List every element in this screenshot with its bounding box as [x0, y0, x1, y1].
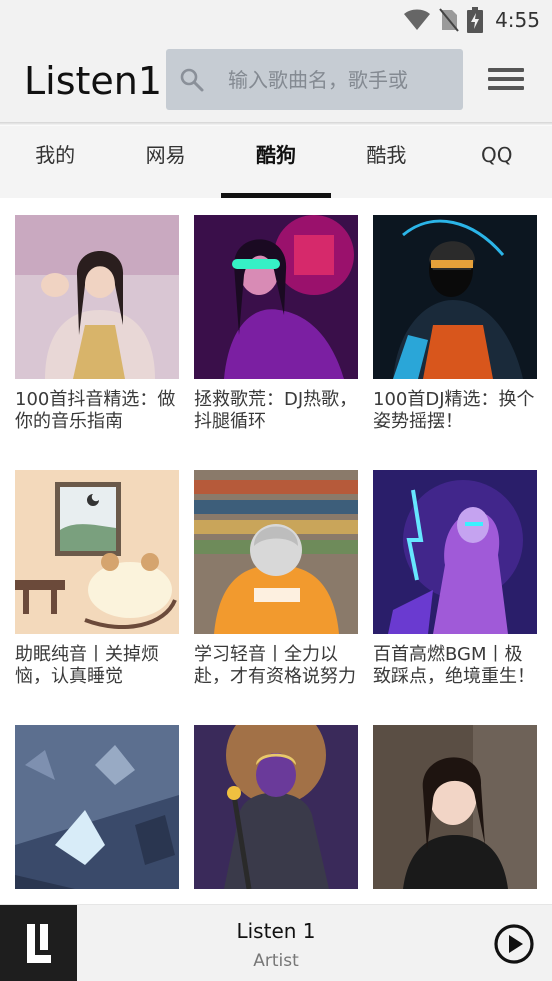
playlist-cover — [373, 725, 537, 889]
tab-mine[interactable]: 我的 — [0, 126, 110, 198]
search-box[interactable] — [166, 49, 463, 110]
playlist-cover — [15, 470, 179, 634]
playlist-title: 拯救歌荒：DJ热歌，抖腿循环 — [194, 389, 358, 432]
playlist-card[interactable]: 100首DJ精选：换个姿势摇摆！ — [373, 215, 537, 433]
player-bar[interactable]: Listen 1 Artist — [0, 904, 552, 981]
playlist-cover — [373, 215, 537, 379]
tab-netease[interactable]: 网易 — [110, 126, 220, 198]
tab-qq[interactable]: QQ — [442, 126, 552, 198]
playlist-cover — [15, 215, 179, 379]
status-bar: 4:55 — [0, 0, 552, 40]
app-title: Listen1 — [24, 59, 163, 103]
tab-kugou[interactable]: 酷狗 — [220, 126, 332, 198]
now-playing-title: Listen 1 — [236, 919, 316, 943]
playlist-title: 100首DJ精选：换个姿势摇摆！ — [373, 389, 535, 432]
playlist-cover — [15, 725, 179, 889]
hamburger-menu-icon[interactable] — [485, 64, 527, 96]
playlist-cover — [194, 470, 358, 634]
playlist-card[interactable]: 100首抖音精选：做你的音乐指南 — [15, 215, 179, 433]
playlist-cover — [373, 470, 537, 634]
now-playing-artist: Artist — [253, 951, 299, 971]
sim-off-icon — [439, 8, 459, 32]
play-circle-icon[interactable] — [493, 923, 535, 965]
playlist-title: 100首抖音精选：做你的音乐指南 — [15, 389, 176, 432]
playlist-cover — [194, 215, 358, 379]
playlist-title: 百首高燃BGM丨极致踩点，绝境重生！ — [373, 644, 535, 687]
playlist-card[interactable]: 百首高燃BGM丨极致踩点，绝境重生！ — [373, 470, 537, 688]
playlist-title: 助眠纯音丨关掉烦恼，认真睡觉 — [15, 644, 159, 687]
playlist-card[interactable]: 助眠纯音丨关掉烦恼，认真睡觉 — [15, 470, 179, 688]
app-header: Listen1 — [0, 40, 552, 122]
wifi-icon — [404, 9, 431, 30]
search-icon — [180, 68, 204, 91]
playlist-cover — [194, 725, 358, 889]
playlist-title: 学习轻音丨全力以赴，才有资格说努力 — [194, 644, 356, 687]
playlist-card[interactable]: 学习轻音丨全力以赴，才有资格说努力 — [194, 470, 358, 688]
playlist-grid: 100首抖音精选：做你的音乐指南 拯救歌荒：DJ热歌，抖腿循环 100首DJ精选… — [0, 198, 552, 904]
battery-charging-icon — [467, 7, 484, 33]
search-input[interactable] — [228, 67, 448, 92]
playlist-card[interactable]: 拯救歌荒：DJ热歌，抖腿循环 — [194, 215, 358, 433]
source-tabs: 我的 网易 酷狗 酷我 QQ — [0, 126, 552, 198]
status-icons: 4:55 — [403, 6, 540, 34]
tab-kuwo[interactable]: 酷我 — [331, 126, 441, 198]
listen1-logo-icon[interactable] — [0, 905, 77, 981]
playlist-card[interactable] — [15, 725, 179, 899]
playlist-card[interactable] — [194, 725, 358, 899]
clock: 4:55 — [495, 8, 540, 32]
playlist-card[interactable] — [373, 725, 537, 899]
